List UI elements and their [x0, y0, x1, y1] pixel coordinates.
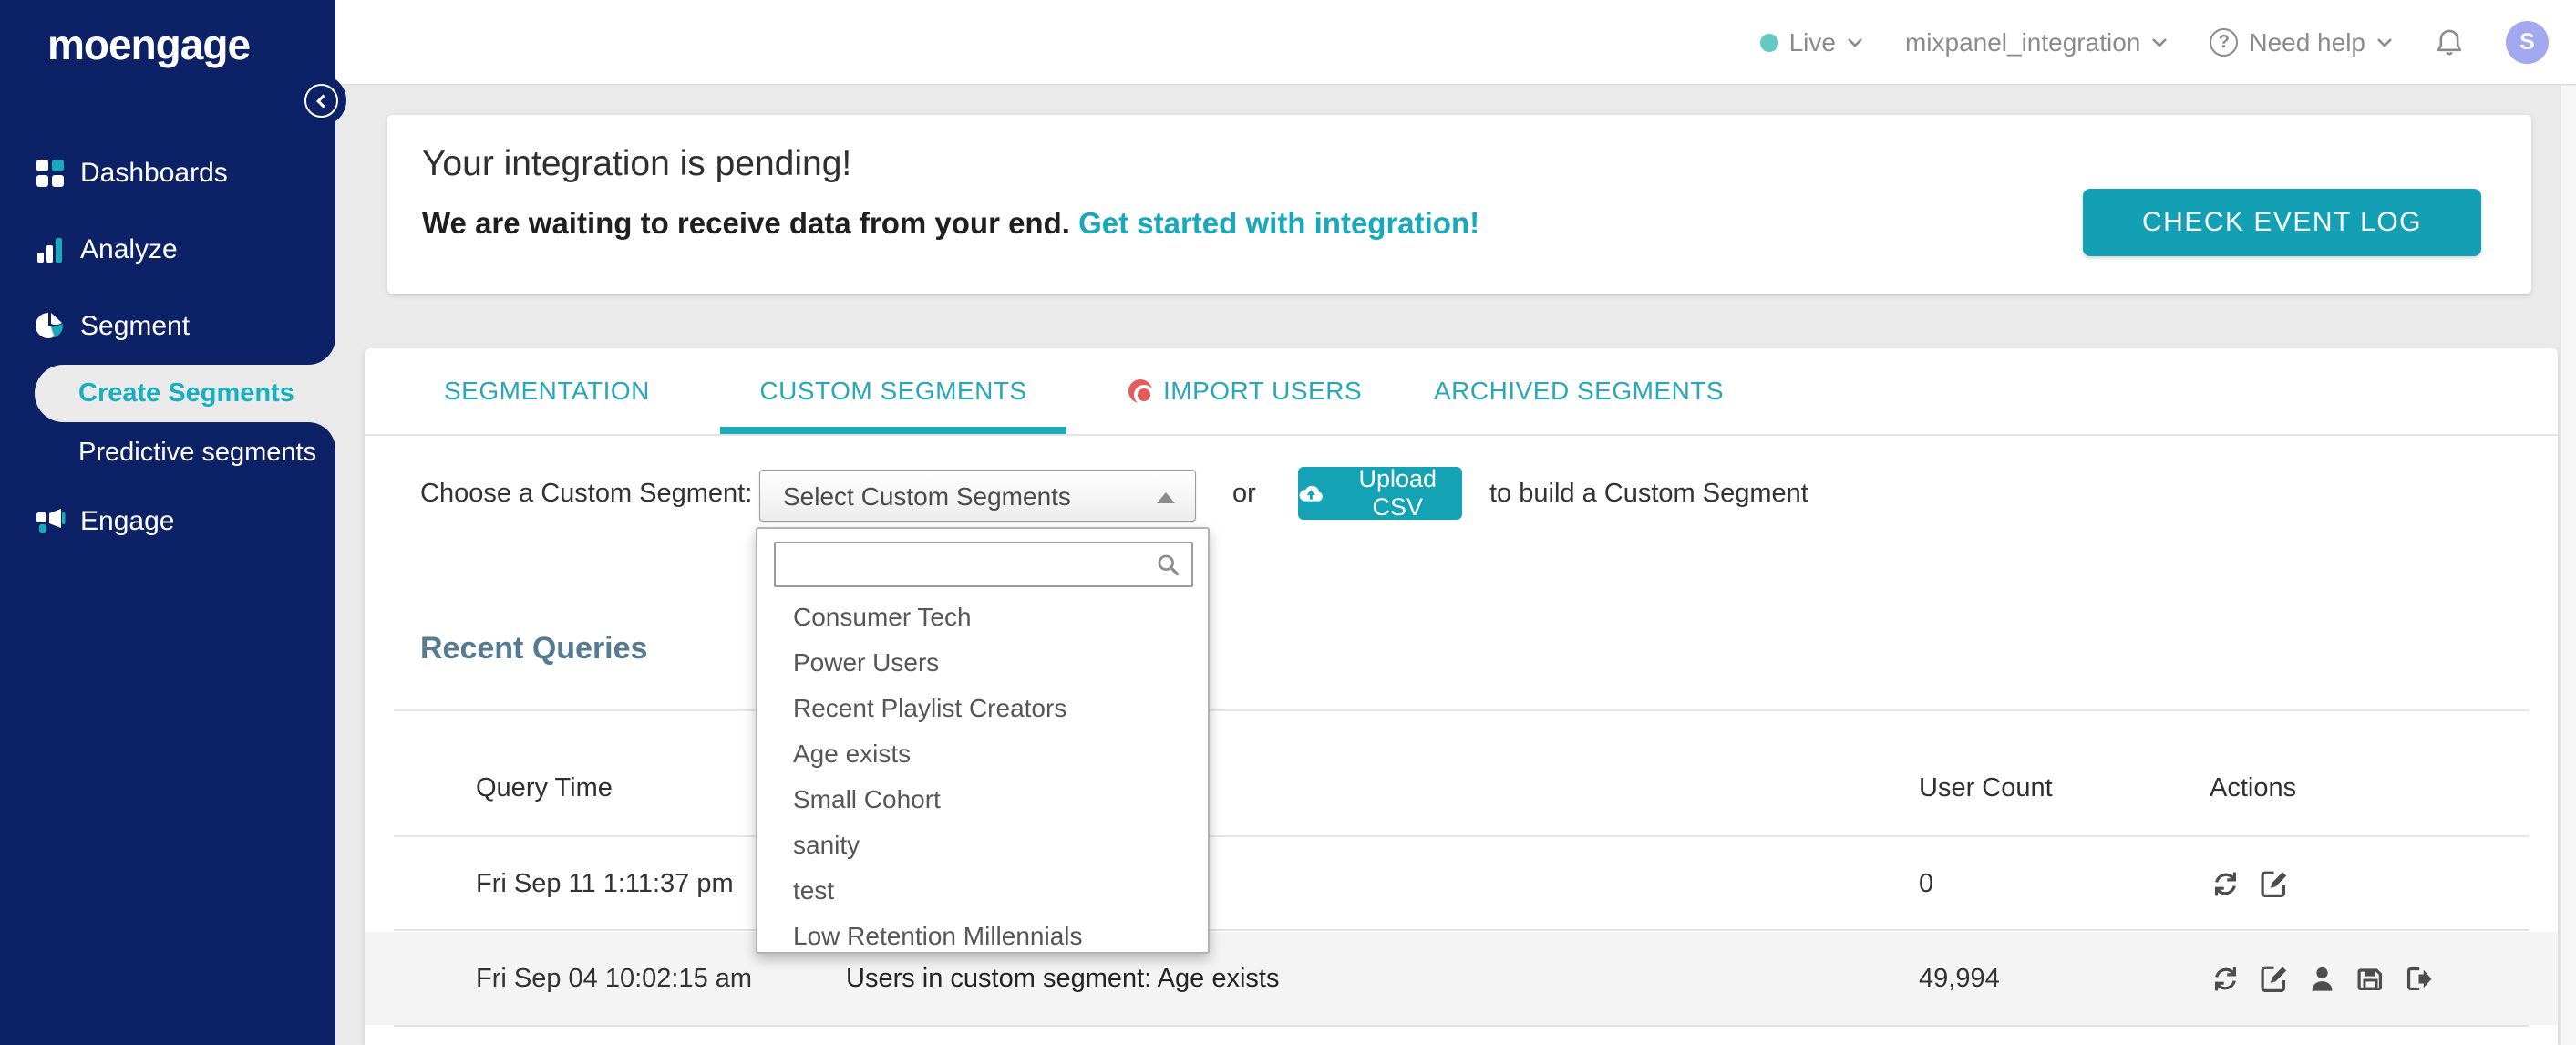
or-text: or: [1232, 479, 1256, 508]
tab-segmentation[interactable]: SEGMENTATION: [444, 348, 650, 434]
sidebar-item-label: Segment: [80, 311, 191, 341]
dashboards-grid-icon: [36, 160, 64, 187]
sidebar-collapse-button[interactable]: [304, 84, 338, 118]
chevron-down-icon: [2377, 37, 2392, 47]
banner-title: Your integration is pending!: [422, 144, 852, 183]
column-header-query-time: Query Time: [476, 773, 613, 802]
dropdown-option[interactable]: test: [757, 868, 1208, 914]
active-tab-underline: [720, 427, 1066, 434]
project-switcher[interactable]: mixpanel_integration: [1905, 28, 2168, 57]
divider: [394, 1025, 2529, 1027]
upload-csv-label: Upload CSV: [1358, 465, 1437, 521]
sidebar-item-engage[interactable]: Engage: [35, 496, 174, 547]
dropdown-option[interactable]: Consumer Tech: [757, 595, 1208, 640]
sidebar-corner-curve: [308, 337, 335, 365]
banner-message-text: We are waiting to receive data from your…: [422, 206, 1070, 240]
sidebar-item-segment[interactable]: Segment: [35, 301, 190, 352]
refresh-icon[interactable]: [2210, 963, 2241, 995]
tab-custom-segments[interactable]: CUSTOM SEGMENTS: [720, 348, 1066, 434]
sidebar-item-label: Engage: [80, 506, 175, 536]
live-label: Live: [1788, 27, 1836, 57]
sidebar-item-label: Dashboards: [80, 158, 228, 188]
dropdown-option[interactable]: Recent Playlist Creators: [757, 686, 1208, 731]
tab-label: ARCHIVED SEGMENTS: [1434, 377, 1725, 405]
tab-label: IMPORT USERS: [1163, 377, 1363, 405]
sidebar-item-label: Predictive segments: [78, 437, 317, 467]
tabs-divider: [365, 434, 2558, 436]
custom-segment-select[interactable]: Select Custom Segments: [759, 470, 1196, 522]
moengage-app: Live mixpanel_integration ? Need help S …: [0, 0, 2576, 1045]
user-count-cell: 0: [1919, 868, 1934, 898]
segments-card: SEGMENTATION CUSTOM SEGMENTS IMPORT USER…: [365, 348, 2558, 1045]
integration-pending-banner: Your integration is pending! We are wait…: [387, 115, 2531, 294]
save-icon[interactable]: [2354, 963, 2386, 995]
triangle-up-icon: [1157, 492, 1175, 503]
select-value: Select Custom Segments: [783, 482, 1071, 511]
export-icon[interactable]: [2403, 963, 2435, 995]
upload-csv-button[interactable]: Upload CSV: [1298, 465, 1462, 521]
cloud-upload-icon: [1299, 485, 1323, 502]
query-time-cell: Fri Sep 04 10:02:15 am: [476, 963, 753, 993]
chevron-down-icon: [2152, 37, 2168, 47]
import-dot-icon: [1128, 379, 1154, 405]
choose-segment-label: Choose a Custom Segment:: [420, 479, 753, 508]
user-icon[interactable]: [2306, 963, 2338, 995]
scrollbar-track[interactable]: [2560, 86, 2576, 1045]
sidebar-item-analyze[interactable]: Analyze: [35, 224, 178, 275]
divider: [394, 929, 2529, 931]
pie-chart-icon: [35, 312, 64, 338]
sidebar-item-label: Analyze: [80, 234, 178, 264]
sidebar-item-label: Create Segments: [78, 378, 294, 408]
project-name: mixpanel_integration: [1904, 27, 2141, 57]
get-started-link[interactable]: Get started with integration!: [1078, 206, 1479, 240]
top-bar: Live mixpanel_integration ? Need help S: [0, 0, 2576, 85]
sidebar-item-predictive-segments[interactable]: Predictive segments: [78, 427, 316, 478]
live-status-dot: [1759, 33, 1778, 52]
environment-switcher[interactable]: Live: [1759, 27, 1863, 57]
tab-label: CUSTOM SEGMENTS: [759, 377, 1027, 405]
row-actions: [2210, 932, 2435, 1025]
search-icon: [1158, 554, 1180, 576]
table-row: Fri Sep 11 1:11:37 pm 0: [365, 837, 2558, 930]
bar-chart-icon: [37, 238, 62, 263]
dropdown-option[interactable]: Power Users: [757, 640, 1208, 686]
tab-label: SEGMENTATION: [444, 377, 650, 405]
dropdown-option[interactable]: Low Retention Millennials: [757, 914, 1208, 959]
help-menu[interactable]: ? Need help: [2210, 28, 2393, 57]
chevron-left-icon: [315, 93, 325, 109]
tab-archived-segments[interactable]: ARCHIVED SEGMENTS: [1434, 348, 1724, 434]
row-actions: [2210, 837, 2290, 930]
recent-queries-title: Recent Queries: [420, 631, 648, 666]
table-row: Fri Sep 04 10:02:15 am Users in custom s…: [365, 932, 2558, 1025]
sidebar-item-dashboards[interactable]: Dashboards: [35, 148, 228, 199]
column-header-actions: Actions: [2210, 773, 2297, 802]
custom-segment-dropdown: Consumer Tech Power Users Recent Playlis…: [756, 527, 1210, 954]
user-count-cell: 49,994: [1919, 963, 2000, 993]
dropdown-options: Consumer Tech Power Users Recent Playlis…: [757, 595, 1208, 959]
bell-icon[interactable]: [2435, 27, 2464, 58]
question-mark-icon: ?: [2210, 28, 2239, 57]
top-bar-actions: Live mixpanel_integration ? Need help S: [1759, 0, 2549, 85]
dropdown-option[interactable]: sanity: [757, 823, 1208, 868]
edit-icon[interactable]: [2258, 963, 2290, 995]
sidebar: moengage Dashboards Analyze Segment Crea…: [0, 0, 346, 1045]
dropdown-option[interactable]: Age exists: [757, 731, 1208, 777]
build-segment-text: to build a Custom Segment: [1489, 479, 1808, 508]
tab-import-users[interactable]: IMPORT USERS: [1128, 348, 1362, 434]
moengage-logo[interactable]: moengage: [47, 20, 251, 69]
help-label: Need help: [2249, 27, 2365, 57]
banner-message: We are waiting to receive data from your…: [422, 206, 1479, 241]
refresh-icon[interactable]: [2210, 868, 2241, 900]
avatar[interactable]: S: [2506, 21, 2549, 64]
chevron-down-icon: [1848, 37, 1862, 47]
edit-icon[interactable]: [2258, 868, 2290, 900]
megaphone-icon: [36, 509, 66, 533]
query-time-cell: Fri Sep 11 1:11:37 pm: [476, 868, 734, 898]
sidebar-item-create-segments[interactable]: Create Segments: [35, 365, 335, 422]
divider: [394, 709, 2529, 711]
column-header-user-count: User Count: [1919, 773, 2053, 802]
dropdown-option[interactable]: Small Cohort: [757, 777, 1208, 823]
dropdown-search-input[interactable]: [774, 542, 1193, 587]
check-event-log-button[interactable]: CHECK EVENT LOG: [2083, 189, 2481, 256]
